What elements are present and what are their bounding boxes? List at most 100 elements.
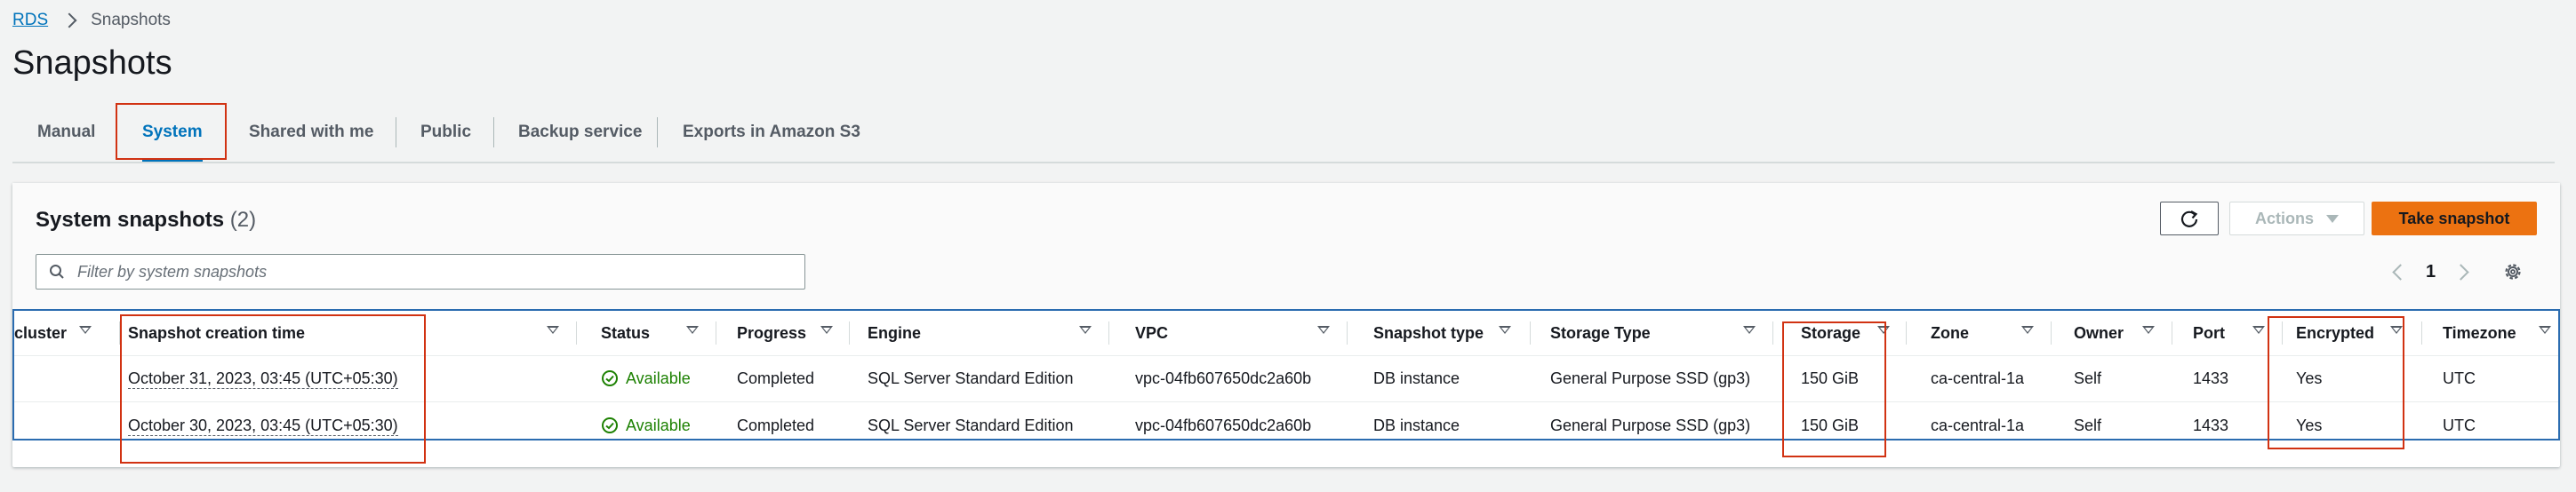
- sort-caret-icon[interactable]: [547, 326, 559, 334]
- storage-type-cell: General Purpose SSD (gp3): [1550, 369, 1751, 387]
- snapshot-count: (2): [229, 208, 257, 232]
- zone-cell: ca-central-1a: [1931, 416, 2025, 434]
- col-header-status[interactable]: Status: [601, 311, 650, 355]
- tab-backup-service[interactable]: Backup service: [518, 105, 642, 160]
- status-text: Available: [626, 369, 691, 387]
- page-title: Snapshots: [12, 44, 172, 82]
- gear-icon[interactable]: [2502, 261, 2524, 282]
- column-resizer: [849, 321, 850, 345]
- tab-divider: [657, 117, 658, 147]
- storage-cell: 150 GiB: [1801, 416, 1860, 434]
- page-number[interactable]: 1: [2426, 262, 2436, 282]
- status-badge: Available: [601, 402, 691, 439]
- tab-manual[interactable]: Manual: [37, 105, 95, 160]
- system-snapshots-panel: System snapshots (2) Actions Take snapsh…: [12, 183, 2560, 467]
- col-header-port[interactable]: Port: [2193, 311, 2225, 355]
- engine-cell: SQL Server Standard Edition: [868, 369, 1074, 387]
- creation-time-text[interactable]: October 30, 2023, 03:45 (UTC+05:30): [128, 416, 398, 436]
- column-resizer: [1906, 321, 1907, 345]
- chevron-right-icon[interactable]: [2452, 263, 2469, 281]
- col-header-vpc[interactable]: VPC: [1135, 311, 1168, 355]
- actions-dropdown[interactable]: Actions: [2229, 202, 2364, 235]
- snapshots-table: cluster Snapshot creation time Status Pr…: [12, 309, 2560, 440]
- search-icon: [50, 265, 64, 279]
- col-header-storage[interactable]: Storage: [1801, 311, 1860, 355]
- tab-exports-s3[interactable]: Exports in Amazon S3: [683, 105, 860, 160]
- zone-cell: ca-central-1a: [1931, 369, 2025, 387]
- actions-label: Actions: [2254, 209, 2314, 227]
- encrypted-cell: Yes: [2296, 369, 2323, 387]
- column-resizer: [2421, 321, 2422, 345]
- column-resizer: [2282, 321, 2283, 345]
- encrypted-cell: Yes: [2296, 416, 2323, 434]
- sort-caret-icon[interactable]: [686, 326, 699, 334]
- table-row[interactable]: October 30, 2023, 03:45 (UTC+05:30) Avai…: [14, 402, 2558, 439]
- sort-caret-icon[interactable]: [2390, 326, 2403, 334]
- snapshot-type-cell: DB instance: [1373, 416, 1460, 434]
- filter-input[interactable]: [76, 261, 772, 282]
- table-header-row: cluster Snapshot creation time Status Pr…: [14, 311, 2558, 356]
- filter-search-box[interactable]: [36, 254, 805, 290]
- breadcrumb-current: Snapshots: [91, 11, 171, 29]
- col-header-encrypted[interactable]: Encrypted: [2296, 311, 2374, 355]
- panel-title-text: System snapshots: [36, 208, 225, 232]
- col-header-zone[interactable]: Zone: [1931, 311, 1969, 355]
- panel-title: System snapshots (2): [36, 208, 256, 233]
- sort-caret-icon[interactable]: [2142, 326, 2155, 334]
- column-resizer: [1772, 321, 1773, 345]
- column-resizer: [119, 321, 120, 345]
- sort-caret-icon[interactable]: [2021, 326, 2034, 334]
- take-snapshot-button[interactable]: Take snapshot: [2372, 202, 2537, 235]
- refresh-button[interactable]: [2160, 202, 2219, 235]
- sort-caret-icon[interactable]: [1317, 326, 1330, 334]
- tab-public[interactable]: Public: [420, 105, 471, 160]
- timezone-cell: UTC: [2443, 416, 2476, 434]
- status-text: Available: [626, 416, 691, 434]
- breadcrumb-rds-link[interactable]: RDS: [12, 11, 48, 30]
- status-check-icon: [602, 370, 618, 386]
- column-resizer: [1530, 321, 1531, 345]
- chevron-left-icon[interactable]: [2392, 263, 2409, 281]
- storage-type-cell: General Purpose SSD (gp3): [1550, 416, 1751, 434]
- port-cell: 1433: [2193, 416, 2229, 434]
- owner-cell: Self: [2074, 416, 2102, 434]
- column-resizer: [576, 321, 577, 345]
- snapshot-type-cell: DB instance: [1373, 369, 1460, 387]
- vpc-cell: vpc-04fb607650dc2a60b: [1135, 416, 1312, 434]
- sort-caret-icon[interactable]: [1499, 326, 1511, 334]
- sort-caret-icon[interactable]: [2252, 326, 2265, 334]
- tab-system[interactable]: System: [142, 105, 203, 162]
- progress-cell: Completed: [737, 369, 815, 387]
- sort-caret-icon[interactable]: [79, 326, 92, 334]
- pagination: 1: [2392, 261, 2524, 282]
- chevron-right-icon: [61, 12, 77, 28]
- sort-caret-icon[interactable]: [820, 326, 833, 334]
- panel-header: System snapshots (2) Actions Take snapsh…: [12, 183, 2560, 309]
- col-header-engine[interactable]: Engine: [868, 311, 921, 355]
- tab-shared-with-me[interactable]: Shared with me: [249, 105, 373, 160]
- engine-cell: SQL Server Standard Edition: [868, 416, 1074, 434]
- owner-cell: Self: [2074, 369, 2102, 387]
- creation-time-text[interactable]: October 31, 2023, 03:45 (UTC+05:30): [128, 369, 398, 389]
- column-resizer: [2051, 321, 2052, 345]
- storage-cell: 150 GiB: [1801, 369, 1860, 387]
- progress-cell: Completed: [737, 416, 815, 434]
- col-header-creation-time[interactable]: Snapshot creation time: [128, 311, 305, 355]
- column-resizer: [1108, 321, 1109, 345]
- sort-caret-icon[interactable]: [1877, 326, 1890, 334]
- col-header-progress[interactable]: Progress: [737, 311, 806, 355]
- sort-caret-icon[interactable]: [1743, 326, 1756, 334]
- col-header-cluster[interactable]: cluster: [14, 311, 67, 355]
- col-header-storage-type[interactable]: Storage Type: [1550, 311, 1651, 355]
- col-header-timezone[interactable]: Timezone: [2443, 311, 2516, 355]
- sort-caret-icon[interactable]: [1079, 326, 1092, 334]
- col-header-owner[interactable]: Owner: [2074, 311, 2124, 355]
- col-header-snapshot-type[interactable]: Snapshot type: [1373, 311, 1484, 355]
- creation-time-link[interactable]: October 30, 2023, 03:45 (UTC+05:30): [128, 402, 398, 439]
- column-resizer: [1347, 321, 1348, 345]
- creation-time-link[interactable]: October 31, 2023, 03:45 (UTC+05:30): [128, 355, 398, 401]
- caret-down-icon: [2326, 214, 2339, 223]
- table-row[interactable]: October 31, 2023, 03:45 (UTC+05:30) Avai…: [14, 355, 2558, 402]
- sort-caret-icon[interactable]: [2539, 326, 2551, 334]
- refresh-icon: [2180, 210, 2198, 227]
